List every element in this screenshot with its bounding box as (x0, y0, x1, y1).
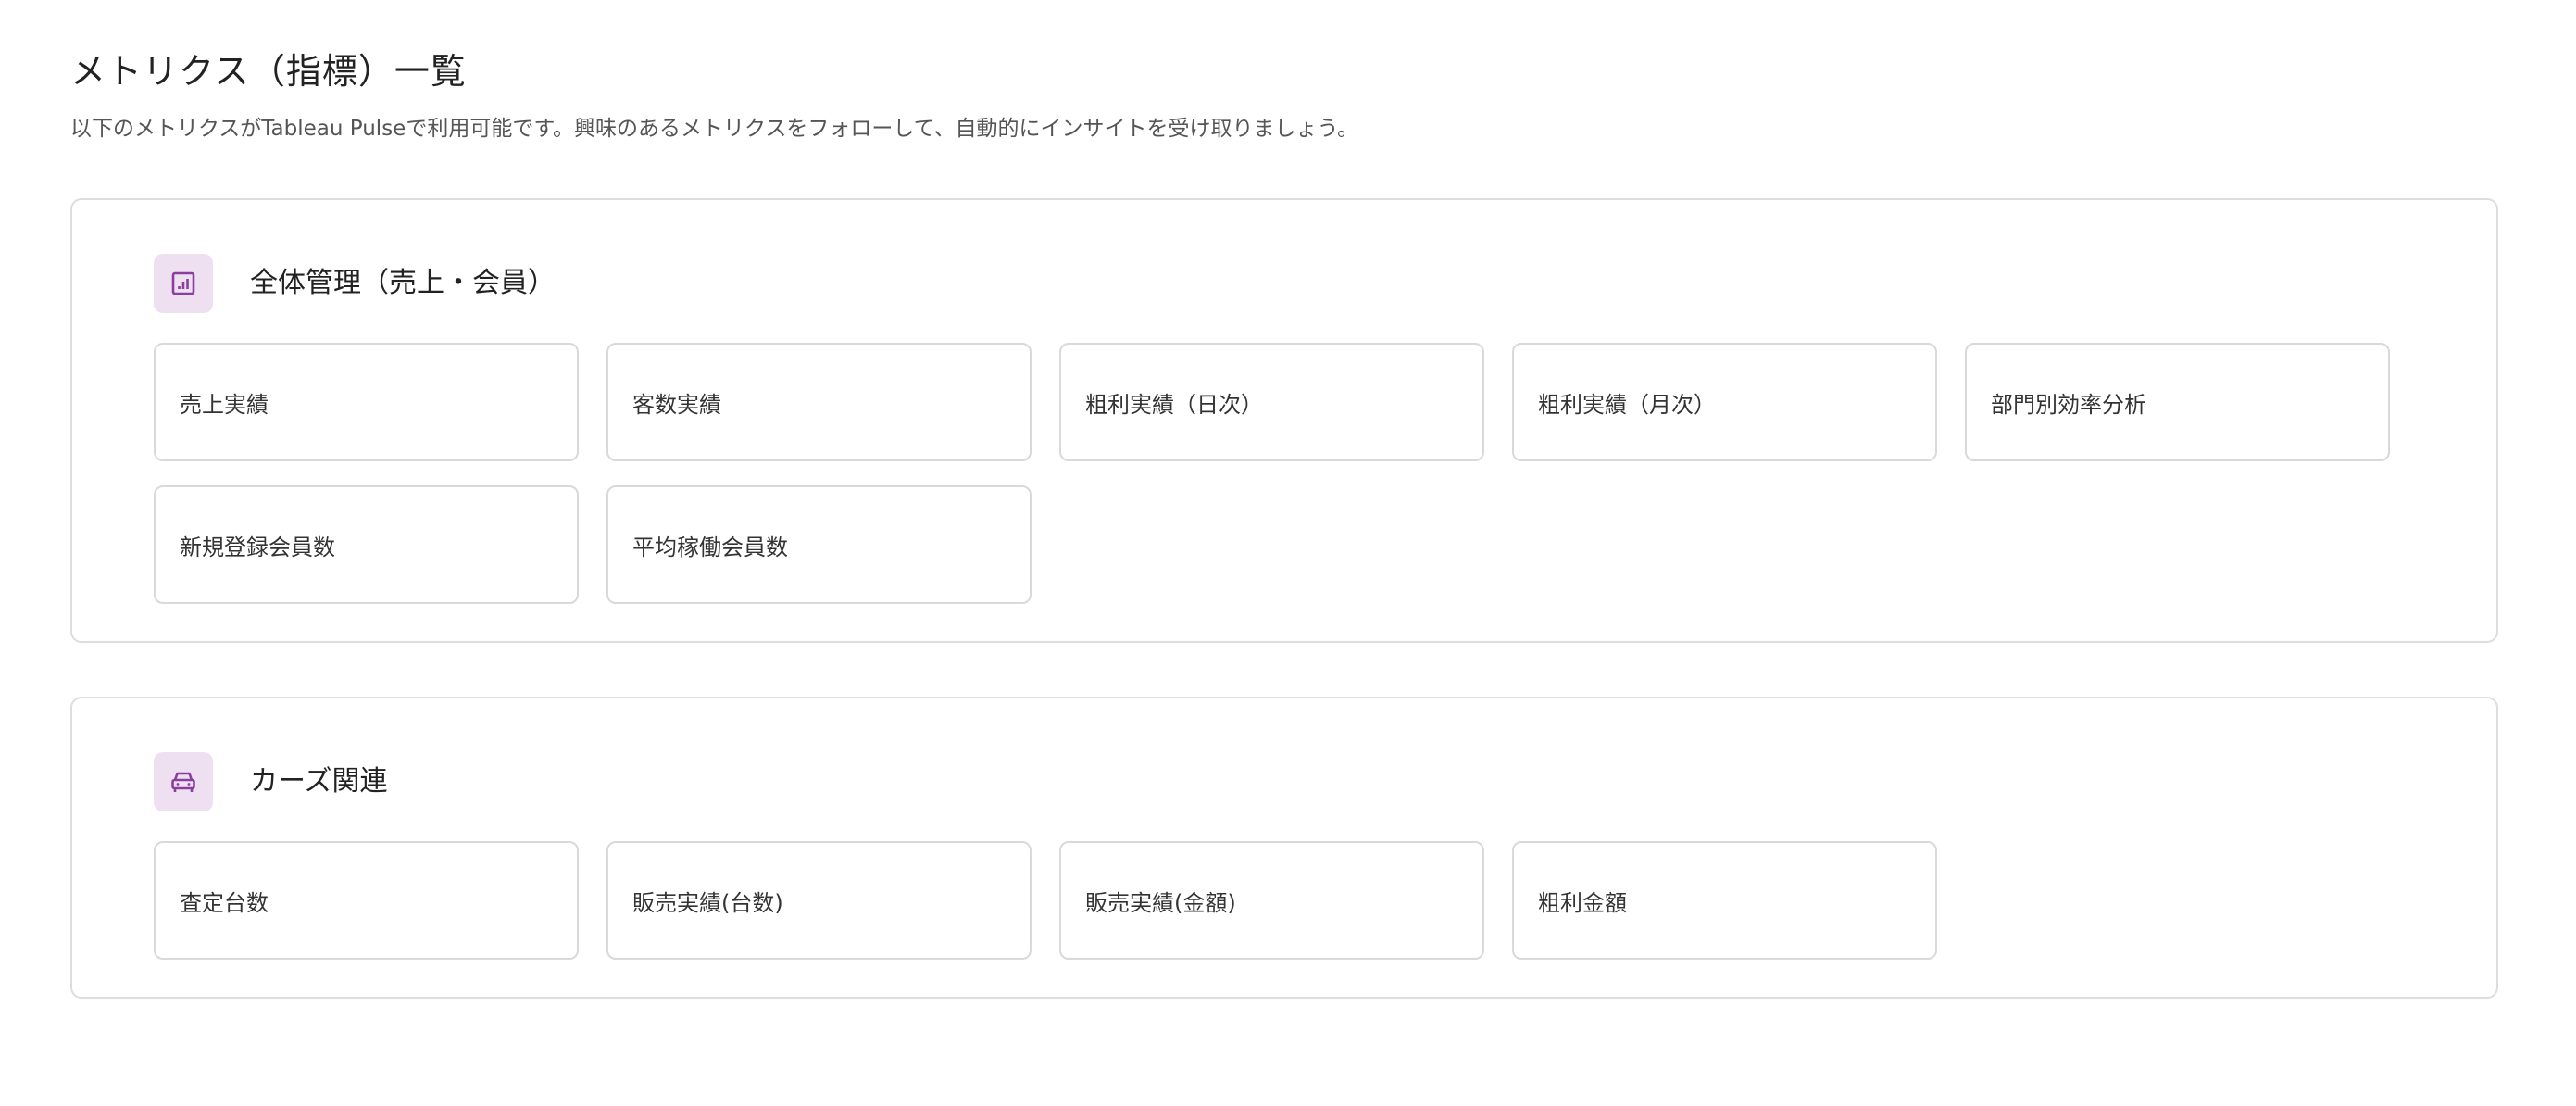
metric-card-sales-amount[interactable]: 販売実績(金額) (1059, 841, 1484, 960)
section-header: 全体管理（売上・会員） (154, 254, 2415, 313)
bar-chart-icon (154, 254, 213, 313)
section-title: カーズ関連 (250, 765, 388, 798)
page-description: 以下のメトリクスがTableau Pulseで利用可能です。興味のあるメトリクス… (70, 117, 1359, 141)
metric-card-sales-units[interactable]: 販売実績(台数) (606, 841, 1032, 960)
metric-card-gross-profit-monthly[interactable]: 粗利実績（月次） (1512, 343, 1937, 461)
metric-card-department-efficiency[interactable]: 部門別効率分析 (1965, 343, 2390, 461)
metric-card-active-members[interactable]: 平均稼働会員数 (606, 485, 1032, 604)
metric-card-gross-profit-daily[interactable]: 粗利実績（日次） (1059, 343, 1484, 461)
metric-card-grid: 売上実績 客数実績 粗利実績（日次） 粗利実績（月次） 部門別効率分析 新規登録… (154, 343, 2415, 604)
section-overall-management: 全体管理（売上・会員） 売上実績 客数実績 粗利実績（日次） 粗利実績（月次） … (70, 198, 2498, 643)
section-header: カーズ関連 (154, 752, 2415, 811)
section-title: 全体管理（売上・会員） (250, 267, 556, 299)
page-title: メトリクス（指標）一覧 (70, 51, 467, 92)
metric-card-grid: 査定台数 販売実績(台数) 販売実績(金額) 粗利金額 (154, 841, 2415, 960)
metric-card-sales[interactable]: 売上実績 (154, 343, 579, 461)
metrics-page: メトリクス（指標）一覧 以下のメトリクスがTableau Pulseで利用可能で… (70, 46, 2498, 999)
metric-card-appraisals[interactable]: 査定台数 (154, 841, 579, 960)
section-cars: カーズ関連 査定台数 販売実績(台数) 販売実績(金額) 粗利金額 (70, 697, 2498, 999)
metric-card-customers[interactable]: 客数実績 (606, 343, 1032, 461)
metric-card-gross-profit-amount[interactable]: 粗利金額 (1512, 841, 1937, 960)
metric-card-new-members[interactable]: 新規登録会員数 (154, 485, 579, 604)
car-icon (154, 752, 213, 811)
